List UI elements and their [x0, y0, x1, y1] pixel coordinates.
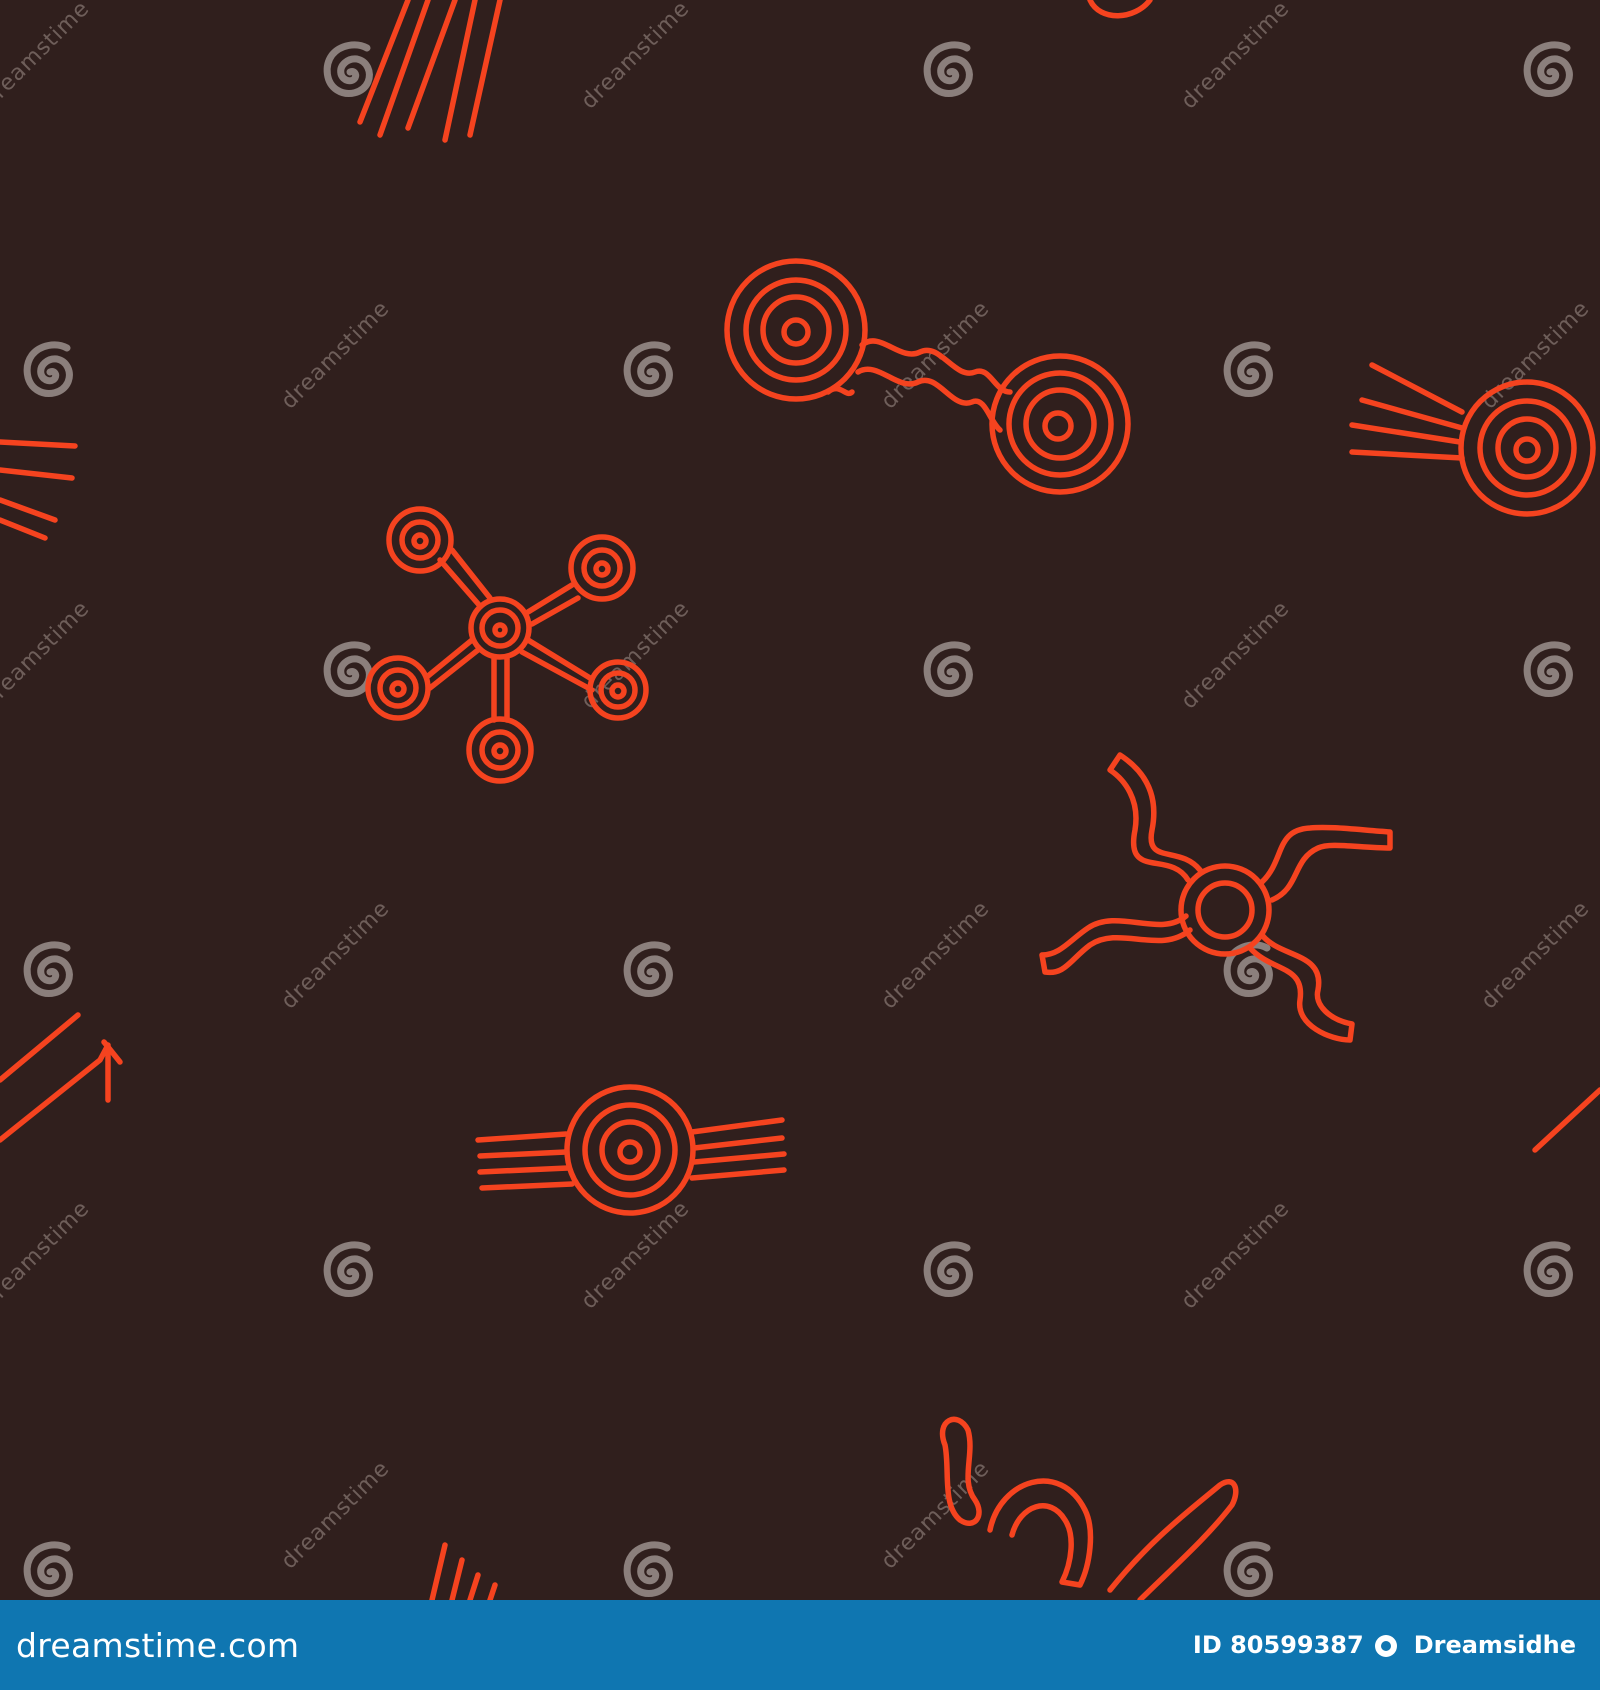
spiral-icon [627, 945, 669, 994]
motif-wavy-sun [1039, 752, 1393, 1043]
spiral-icon [927, 45, 969, 94]
spiral-icon [927, 645, 969, 694]
spiral-icon [1527, 45, 1569, 94]
watermark-layer: dreamstime dreamstime dreamstime dreamstime… [0, 0, 1595, 1593]
spiral-icon [1227, 1545, 1269, 1594]
spiral-icon [27, 345, 69, 394]
watermark-text: dreamstime [877, 896, 995, 1014]
motif-ticks-bottom [429, 1542, 498, 1600]
watermark-text: dreamstime [1177, 1196, 1295, 1314]
watermark-text: dreamstime [277, 296, 395, 414]
pattern-canvas: dreamstime dreamstime dreamstime dreamstime… [0, 0, 1600, 1600]
spiral-icon [627, 345, 669, 394]
spiral-icon [327, 1245, 369, 1294]
spiral-icon [627, 1545, 669, 1594]
motif-rays-top [357, 0, 503, 143]
spiral-icon [327, 45, 369, 94]
motif-barred-target [475, 1084, 787, 1216]
footer-brand[interactable]: dreamstime.com [16, 1626, 299, 1665]
spiral-icon [1527, 645, 1569, 694]
motif-sun-rays-right [1349, 362, 1596, 517]
dreamstime-logo-icon [1374, 1635, 1397, 1657]
watermark-text: dreamstime [1477, 896, 1595, 1014]
spiral-icon [1227, 345, 1269, 394]
watermark-text: dreamstime [0, 596, 95, 714]
watermark-text: dreamstime [277, 896, 395, 1014]
watermark-text: dreamstime [577, 0, 695, 114]
motif-snake [939, 1416, 1239, 1600]
author-name[interactable]: Dreamsidhe [1414, 1631, 1576, 1659]
footer-meta: ID 80599387 Dreamsidhe [1193, 1631, 1576, 1659]
watermark-text: dreamstime [1177, 596, 1295, 714]
watermark-text: dreamstime [1177, 0, 1295, 114]
motif-star [365, 506, 649, 784]
spiral-icon [327, 645, 369, 694]
watermark-text: dreamstime [277, 1456, 395, 1574]
motif-rays-left [0, 439, 78, 541]
watermark-text: dreamstime [0, 1196, 95, 1314]
motif-line-right [1532, 1087, 1600, 1153]
spiral-icon [1527, 1245, 1569, 1294]
copyright-mark [1374, 1631, 1404, 1659]
motif-fragment-top [1087, 0, 1153, 19]
motif-arrow-left [0, 1012, 123, 1143]
watermark-text: dreamstime [0, 0, 95, 114]
watermark-text: dreamstime [1477, 296, 1595, 414]
spiral-icon [27, 945, 69, 994]
footer-bar: dreamstime.com ID 80599387 Dreamsidhe [0, 1600, 1600, 1690]
spiral-icon [927, 1245, 969, 1294]
image-id: ID 80599387 [1192, 1631, 1364, 1659]
spiral-icon [27, 1545, 69, 1594]
